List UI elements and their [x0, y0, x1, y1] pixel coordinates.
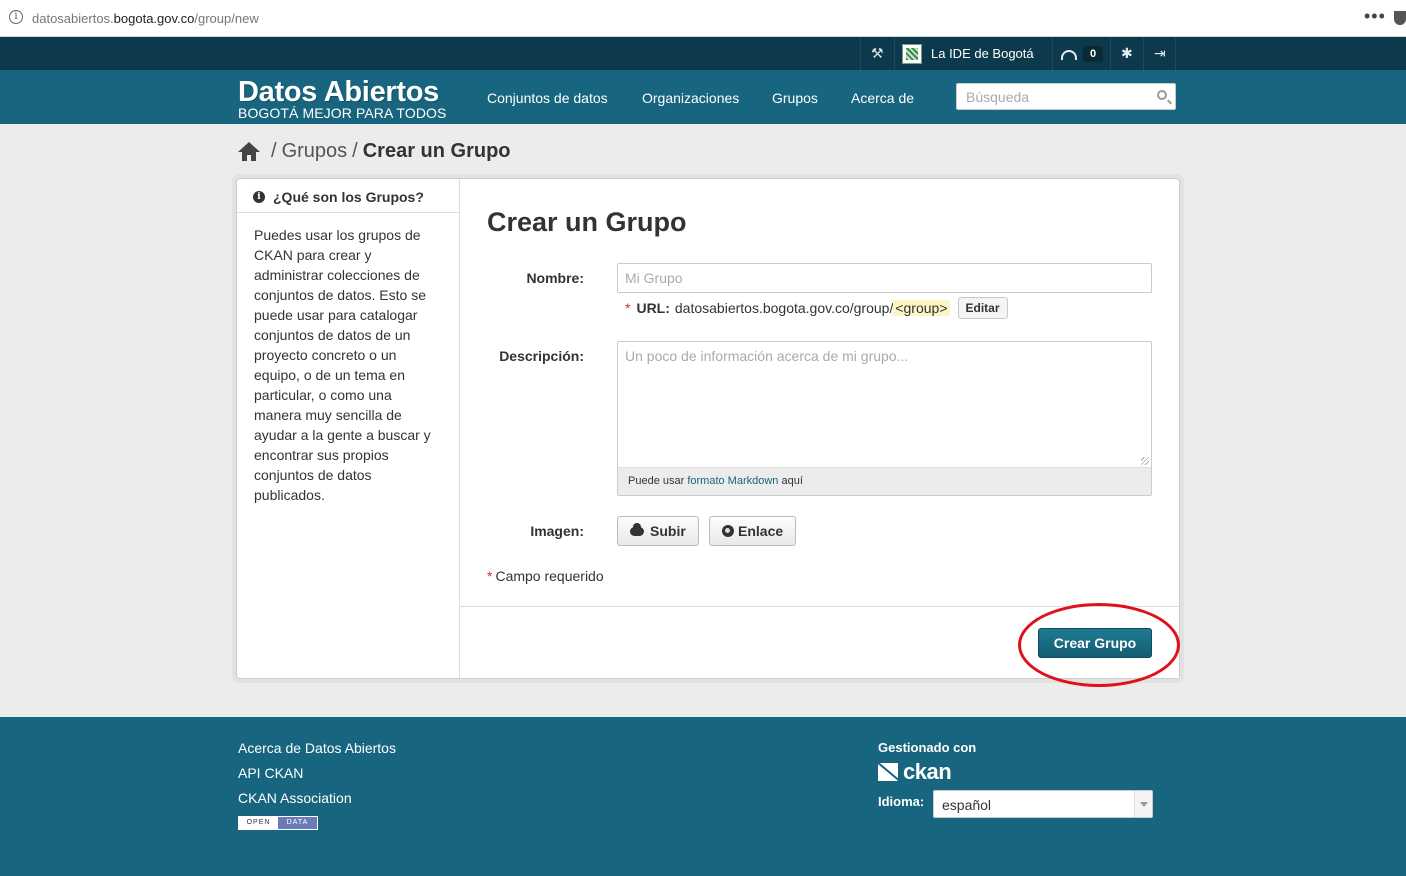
upload-button-label: Subir — [650, 523, 686, 539]
description-field-wrap: Puede usar formato Markdown aquí — [617, 341, 1152, 496]
search-icon[interactable] — [1157, 90, 1167, 100]
link-button-label: Enlace — [738, 523, 784, 539]
chevron-down-icon — [1134, 791, 1152, 817]
markdown-link[interactable]: formato Markdown — [687, 475, 778, 487]
ckan-wordmark: ckan — [903, 759, 952, 784]
open-data-badge-data: DATA — [278, 817, 317, 829]
powered-by-label: Gestionado con — [878, 740, 977, 755]
sidebar-heading: i ¿Qué son los Grupos? — [237, 179, 459, 213]
name-label: Nombre: — [526, 270, 584, 286]
description-label: Descripción: — [499, 348, 584, 364]
resize-handle[interactable] — [1141, 457, 1149, 465]
breadcrumb-current[interactable]: Crear un Grupo — [363, 140, 511, 163]
site-footer: Acerca de Datos Abiertos API CKAN CKAN A… — [0, 717, 1406, 876]
url-prefix: datosabiertos.bogota.gov.co/group/ — [674, 300, 894, 316]
ckan-logo[interactable]: ckan — [878, 759, 952, 785]
upload-image-button[interactable]: Subir — [617, 516, 699, 546]
link-image-button[interactable]: Enlace — [709, 516, 797, 546]
account-masthead: ⚒ La IDE de Bogotá 0 ✱ ⇥ — [0, 37, 1406, 70]
divider — [1175, 37, 1176, 70]
open-data-badge-open: OPEN — [239, 817, 278, 829]
divider — [1052, 37, 1053, 70]
globe-icon — [722, 525, 734, 537]
divider — [894, 37, 895, 70]
required-field-note: * Campo requerido — [487, 568, 604, 584]
breadcrumb-separator: / — [271, 140, 277, 162]
nav-datasets[interactable]: Conjuntos de datos — [487, 90, 608, 106]
sidebar-title: ¿Qué son los Grupos? — [273, 189, 424, 205]
breadcrumb-groups[interactable]: Grupos — [282, 140, 348, 163]
language-select[interactable]: español — [933, 790, 1153, 818]
name-input[interactable] — [618, 264, 1151, 292]
site-logo[interactable]: Datos Abiertos BOGOTÁ MEJOR PARA TODOS — [238, 76, 447, 121]
content-wrapper: i ¿Qué son los Grupos? Puedes usar los g… — [236, 178, 1180, 679]
required-mark: * — [625, 300, 631, 316]
dashboard-link[interactable]: 0 — [1061, 37, 1104, 70]
breadcrumb-separator: / — [352, 140, 358, 162]
search-input[interactable] — [957, 84, 1147, 109]
hammer-icon: ⚒ — [871, 45, 884, 61]
sidebar-description: Puedes usar los grupos de CKAN para crea… — [254, 227, 431, 503]
footer-link-api[interactable]: API CKAN — [238, 765, 303, 781]
page-title: Crear un Grupo — [487, 207, 687, 237]
description-textarea[interactable] — [618, 342, 1151, 466]
shield-icon[interactable] — [1394, 11, 1406, 25]
divider — [860, 37, 861, 70]
required-note-text: Campo requerido — [495, 568, 604, 584]
dashboard-icon — [1061, 50, 1077, 60]
info-icon[interactable]: i — [9, 10, 23, 24]
divider — [1143, 37, 1144, 70]
image-label: Imagen: — [530, 523, 584, 539]
main-form-panel: Crear un Grupo Nombre: * URL: datosabier… — [460, 179, 1179, 678]
sysadmin-link[interactable]: ⚒ — [871, 37, 884, 70]
sidebar: i ¿Qué son los Grupos? Puedes usar los g… — [237, 179, 460, 678]
info-sign-icon: i — [253, 191, 265, 203]
brand-tagline: BOGOTÁ MEJOR PARA TODOS — [238, 105, 447, 121]
nav-about[interactable]: Acerca de — [851, 90, 914, 106]
settings-link[interactable]: ✱ — [1121, 37, 1133, 70]
notification-badge: 0 — [1083, 45, 1104, 62]
name-field-wrap — [617, 263, 1152, 293]
breadcrumb: / Grupos / Crear un Grupo — [238, 140, 511, 163]
masthead: Datos Abiertos BOGOTÁ MEJOR PARA TODOS C… — [0, 70, 1406, 124]
url-label: URL: — [636, 300, 670, 316]
markdown-hint: Puede usar formato Markdown aquí — [618, 467, 1151, 495]
brand-title: Datos Abiertos — [238, 76, 439, 108]
ckan-icon — [878, 763, 898, 781]
logout-link[interactable]: ⇥ — [1154, 37, 1166, 70]
gear-icon: ✱ — [1121, 45, 1133, 61]
address-field[interactable]: datosabiertos.bogota.gov.co/group/new — [32, 11, 259, 26]
language-label: Idioma: — [878, 794, 925, 809]
edit-url-button[interactable]: Editar — [957, 297, 1008, 319]
required-mark: * — [487, 568, 493, 584]
nav-groups[interactable]: Grupos — [772, 90, 818, 106]
user-link[interactable]: La IDE de Bogotá — [902, 37, 1034, 70]
markdown-hint-suffix: aquí — [778, 475, 803, 487]
user-name: La IDE de Bogotá — [931, 46, 1034, 61]
url-slug-preview: * URL: datosabiertos.bogota.gov.co/group… — [625, 297, 1008, 319]
language-value: español — [942, 797, 992, 813]
sign-out-icon: ⇥ — [1154, 45, 1166, 61]
nav-organizations[interactable]: Organizaciones — [642, 90, 739, 106]
footer-link-about[interactable]: Acerca de Datos Abiertos — [238, 740, 396, 756]
more-options-icon[interactable]: ••• — [1364, 6, 1386, 27]
search-box — [956, 83, 1176, 110]
url-slug: <group> — [893, 300, 950, 316]
cloud-upload-icon — [630, 522, 644, 536]
markdown-hint-text: Puede usar — [628, 475, 688, 487]
footer-link-ckan-association[interactable]: CKAN Association — [238, 790, 352, 806]
annotation-circle — [1018, 603, 1180, 687]
user-avatar — [902, 43, 922, 64]
open-data-badge[interactable]: OPEN DATA — [238, 816, 318, 830]
divider — [1110, 37, 1111, 70]
home-icon[interactable] — [238, 141, 260, 162]
browser-url-bar: i datosabiertos.bogota.gov.co/group/new … — [0, 0, 1406, 37]
